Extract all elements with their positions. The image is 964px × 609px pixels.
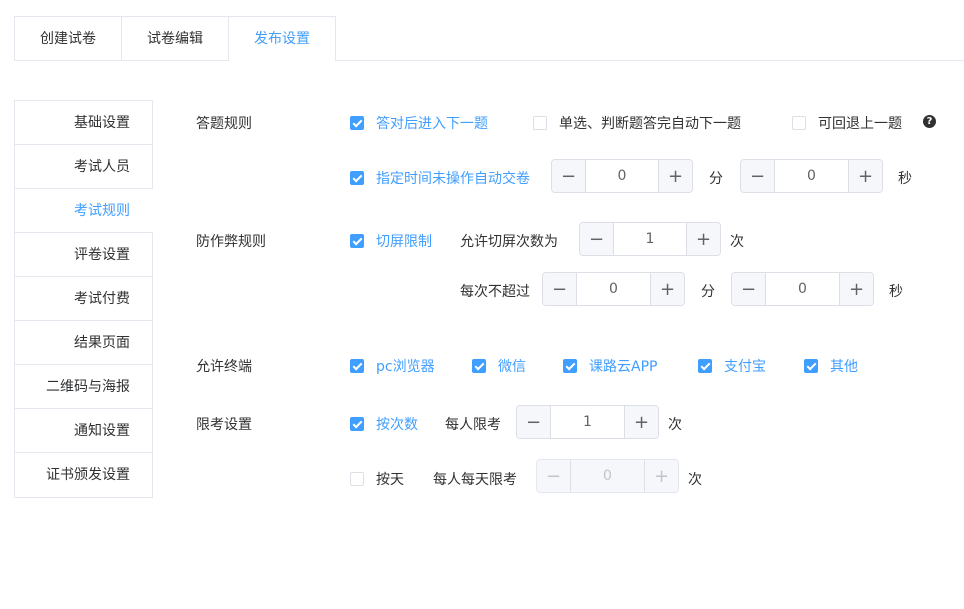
terminal-alipay-checkbox[interactable]: 支付宝 [698,356,766,376]
auto-next-checkbox[interactable]: 单选、判断题答完自动下一题 [533,113,741,133]
each-max-text: 每次不超过 [460,284,530,300]
by-day-label: 按天 [376,472,404,488]
each-seconds-input[interactable]: 0 [766,273,839,305]
plus-button[interactable]: + [839,273,873,305]
by-day-checkbox[interactable]: 按天 [350,469,404,489]
terminal-app-label: 课路云APP [589,359,658,375]
minus-button[interactable]: − [517,406,551,438]
tab-create-paper[interactable]: 创建试卷 [14,16,122,60]
plus-button[interactable]: + [848,160,882,192]
plus-button[interactable]: + [624,406,658,438]
settings-sidebar: 基础设置 考试人员 考试规则 评卷设置 考试付费 结果页面 二维码与海报 通知设… [14,100,153,498]
auto-submit-checkbox[interactable]: 指定时间未操作自动交卷 [350,168,530,188]
unit-times-label: 次 [730,234,744,250]
unit-times-label: 次 [688,472,702,488]
each-seconds-stepper: − 0 + [731,272,874,306]
sidebar-item-qrcode-poster[interactable]: 二维码与海报 [15,365,152,409]
auto-submit-minutes-input[interactable]: 0 [586,160,658,192]
auto-submit-minutes-stepper: − 0 + [551,159,693,193]
plus-button: + [644,460,678,492]
terminals-label: 允许终端 [196,359,252,375]
auto-submit-seconds-stepper: − 0 + [740,159,883,193]
terminal-wechat-label: 微信 [498,359,526,375]
minus-button[interactable]: − [580,223,614,255]
minus-button[interactable]: − [741,160,775,192]
allowed-switch-input[interactable]: 1 [614,223,686,255]
minus-button: − [537,460,571,492]
checkbox-checked-icon [350,234,364,248]
checkbox-checked-icon [350,171,364,185]
minus-button[interactable]: − [732,273,766,305]
per-person-stepper: − 1 + [516,405,659,439]
checkbox-checked-icon [563,359,577,373]
allow-back-label: 可回退上一题 [818,116,902,132]
unit-second-label: 秒 [889,284,903,300]
terminal-other-checkbox[interactable]: 其他 [804,356,858,376]
terminal-alipay-label: 支付宝 [724,359,766,375]
checkbox-unchecked-icon [533,116,547,130]
tab-edit-paper[interactable]: 试卷编辑 [121,16,229,60]
unit-second-label: 秒 [898,171,912,187]
by-count-label: 按次数 [376,417,418,433]
allowed-switch-stepper: − 1 + [579,222,721,256]
checkbox-checked-icon [350,417,364,431]
question-circle-icon[interactable]: ? [923,115,936,128]
limit-label: 限考设置 [196,417,252,433]
auto-submit-seconds-input[interactable]: 0 [775,160,848,192]
sidebar-item-payment[interactable]: 考试付费 [15,277,152,321]
auto-next-label: 单选、判断题答完自动下一题 [559,116,741,132]
next-after-correct-label: 答对后进入下一题 [376,116,488,132]
checkbox-checked-icon [698,359,712,373]
per-day-input: 0 [603,468,612,484]
sidebar-item-certificate[interactable]: 证书颁发设置 [15,453,152,497]
each-minutes-input[interactable]: 0 [577,273,650,305]
each-minutes-stepper: − 0 + [542,272,685,306]
by-count-checkbox[interactable]: 按次数 [350,414,418,434]
unit-times-label: 次 [668,417,682,433]
sidebar-item-basic[interactable]: 基础设置 [15,101,152,145]
checkbox-checked-icon [350,116,364,130]
switch-limit-label: 切屏限制 [376,234,432,250]
checkbox-checked-icon [472,359,486,373]
unit-minute-label: 分 [701,284,715,300]
plus-button[interactable]: + [650,273,684,305]
anti-cheat-label: 防作弊规则 [196,234,266,250]
terminal-app-checkbox[interactable]: 课路云APP [563,356,657,376]
next-after-correct-checkbox[interactable]: 答对后进入下一题 [350,113,488,133]
checkbox-unchecked-icon [792,116,806,130]
allowed-switch-text: 允许切屏次数为 [460,234,558,250]
checkbox-checked-icon [804,359,818,373]
plus-button[interactable]: + [686,223,720,255]
sidebar-item-examinees[interactable]: 考试人员 [15,145,152,189]
switch-limit-checkbox[interactable]: 切屏限制 [350,231,432,251]
sidebar-item-notification[interactable]: 通知设置 [15,409,152,453]
minus-button[interactable]: − [543,273,577,305]
unit-minute-label: 分 [709,171,723,187]
sidebar-item-grading[interactable]: 评卷设置 [15,233,152,277]
sidebar-item-exam-rules[interactable]: 考试规则 [15,189,153,233]
terminal-wechat-checkbox[interactable]: 微信 [472,356,526,376]
per-person-input[interactable]: 1 [551,406,624,438]
terminal-pc-checkbox[interactable]: pc浏览器 [350,356,435,376]
per-person-text: 每人限考 [445,417,501,433]
minus-button[interactable]: − [552,160,586,192]
terminal-pc-label: pc浏览器 [376,359,435,375]
plus-button[interactable]: + [658,160,692,192]
per-day-text: 每人每天限考 [433,472,517,488]
sidebar-item-result-page[interactable]: 结果页面 [15,321,152,365]
checkbox-checked-icon [350,359,364,373]
terminal-other-label: 其他 [830,359,858,375]
auto-submit-label: 指定时间未操作自动交卷 [376,171,530,187]
tab-publish-settings[interactable]: 发布设置 [228,16,336,61]
checkbox-unchecked-icon [350,472,364,486]
answer-rules-label: 答题规则 [196,116,252,132]
per-day-stepper: − 0 + [536,459,679,493]
allow-back-checkbox[interactable]: 可回退上一题 [792,113,902,133]
